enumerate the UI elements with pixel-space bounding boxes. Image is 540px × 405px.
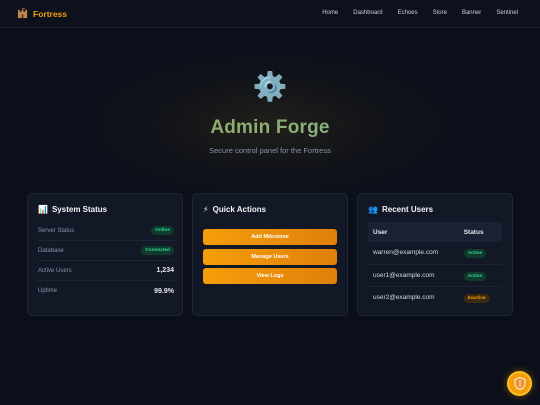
nav-link-dashboard[interactable]: Dashboard	[353, 10, 382, 16]
shield-icon	[514, 377, 525, 390]
view-logs-button[interactable]: View Logs	[203, 268, 337, 284]
page-title: Admin Forge	[0, 116, 540, 140]
status-row-active-users: Active Users 1,234	[38, 261, 174, 281]
brand[interactable]: Fortress	[17, 8, 67, 19]
nav-link-sentinel[interactable]: Sentinel	[496, 10, 518, 16]
castle-icon	[17, 8, 28, 19]
recent-users-title: 👥 Recent Users	[368, 205, 433, 214]
status-badge: Inactive	[463, 293, 490, 303]
status-label: Database	[38, 247, 64, 254]
user-email: user2@example.com	[373, 293, 435, 301]
shield-fab-button[interactable]	[507, 371, 532, 396]
status-label: Active Users	[38, 267, 72, 274]
status-badge: Active	[463, 271, 487, 281]
quick-actions-heading: Quick Actions	[212, 205, 267, 214]
nav-links: Home Dashboard Echoes Store Banner Senti…	[322, 10, 518, 16]
top-navbar: Fortress Home Dashboard Echoes Store Ban…	[0, 0, 540, 28]
table-row[interactable]: warren@example.com Active	[368, 242, 502, 265]
chart-icon: 📊	[38, 205, 48, 214]
status-badge: Online	[151, 226, 174, 235]
column-header-user: User	[368, 222, 459, 242]
column-header-status: Status	[458, 222, 502, 242]
nav-link-banner[interactable]: Banner	[462, 10, 481, 16]
brand-name: Fortress	[33, 8, 68, 19]
user-email: warren@example.com	[368, 242, 459, 265]
status-badge: Active	[463, 249, 487, 259]
status-badge: Connected	[141, 246, 174, 255]
status-value: 99.9%	[154, 287, 174, 295]
recent-users-heading: Recent Users	[381, 205, 434, 214]
status-label: Uptime	[38, 288, 58, 294]
system-status-title: 📊 System Status	[38, 205, 107, 214]
status-row-database: Database Connected	[38, 241, 174, 261]
table-row[interactable]: user2@example.com Inactive	[368, 286, 502, 308]
recent-users-table: User Status warren@example.com Active us…	[368, 222, 502, 308]
system-status-card: 📊 System Status Server Status Online Dat…	[27, 193, 183, 316]
users-icon: 👥	[368, 205, 378, 214]
user-status-cell: Active	[458, 242, 502, 265]
status-row-server: Server Status Online	[38, 221, 174, 241]
status-row-uptime: Uptime 99.9%	[38, 281, 174, 301]
status-label: Server Status	[38, 227, 75, 234]
hero: ⚙️ Admin Forge Secure control panel for …	[0, 70, 540, 155]
user-email: user1@example.com	[368, 264, 459, 287]
system-status-heading: System Status	[51, 205, 108, 214]
gear-icon: ⚙️	[252, 71, 288, 102]
status-value: 1,234	[156, 267, 174, 274]
nav-link-home[interactable]: Home	[322, 10, 338, 16]
manage-users-button[interactable]: Manage Users	[203, 249, 337, 265]
lightning-icon: ⚡	[203, 205, 209, 214]
user-status-cell: Inactive	[459, 286, 502, 308]
add-milestone-button[interactable]: Add Milestone	[203, 229, 337, 245]
quick-actions-title: ⚡ Quick Actions	[203, 205, 266, 214]
table-header-row: User Status	[368, 222, 502, 242]
nav-link-echoes[interactable]: Echoes	[398, 10, 418, 16]
recent-users-card: 👥 Recent Users User Status warren@exampl…	[357, 193, 513, 316]
user-status-cell: Active	[458, 264, 502, 287]
table-row[interactable]: user1@example.com Active	[368, 264, 502, 287]
nav-link-store[interactable]: Store	[433, 10, 447, 16]
quick-actions-card: ⚡ Quick Actions Add Milestone Manage Use…	[192, 193, 348, 316]
page-subtitle: Secure control panel for the Fortress	[209, 146, 331, 155]
